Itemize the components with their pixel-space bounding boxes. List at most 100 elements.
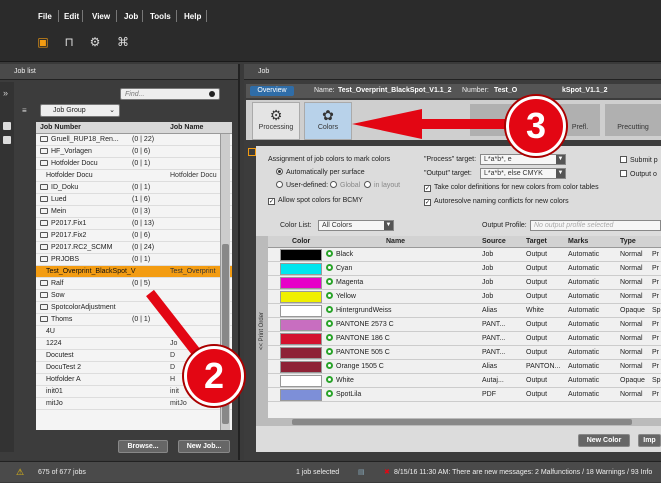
color-row[interactable]: PANTONE 2573 C PANT... Output Automatic Norm… xyxy=(268,318,661,332)
status-ok-icon xyxy=(326,250,333,257)
color-row[interactable]: SpotLila PDF Output Automatic Normal Pr xyxy=(268,388,661,402)
folder-icon xyxy=(40,160,48,166)
job-row[interactable]: Hotfolder Docu Hotfolder Docu xyxy=(36,170,232,182)
autoresolve-checkbox[interactable]: ✓ Autoresolve naming conflicts for new co… xyxy=(424,198,569,206)
user-defined-radio[interactable]: User-defined: xyxy=(276,181,328,189)
col-marks[interactable]: Marks xyxy=(568,236,588,248)
edit-icon[interactable] xyxy=(3,136,11,144)
print-order-tab[interactable]: << Print Order xyxy=(256,236,268,426)
expand-icon[interactable] xyxy=(248,148,256,156)
color-row[interactable]: Yellow Job Output Automatic Normal Pr xyxy=(268,290,661,304)
submit-checkbox[interactable]: Submit p xyxy=(620,156,658,164)
output-checkbox[interactable]: Output o xyxy=(620,170,657,178)
radio-off-icon xyxy=(276,181,283,188)
job-row[interactable]: SpotcolorAdjustment xyxy=(36,302,232,314)
status-message[interactable]: 8/15/16 11:30 AM: There are new messages… xyxy=(394,462,652,483)
job-row[interactable]: Gruell_RUP18_Ren... (0 | 22) xyxy=(36,134,232,146)
color-row[interactable]: HintergrundWeiss Alias White Automatic Opaqu… xyxy=(268,304,661,318)
job-row[interactable]: Test_Overprint_BlackSpot_V Test_Overprint xyxy=(36,266,232,278)
color-row[interactable]: Orange 1505 C Alias PANTON... Automatic Norm… xyxy=(268,360,661,374)
browse-button[interactable]: Browse... xyxy=(118,440,168,453)
device-icon[interactable]: ⊓ xyxy=(62,34,76,50)
job-row[interactable]: HF_Vorlagen (0 | 6) xyxy=(36,146,232,158)
process-target-select[interactable]: L*a*b*, e ▼ xyxy=(480,154,566,165)
color-row[interactable]: Magenta Job Output Automatic Normal Pr xyxy=(268,276,661,290)
in-layout-radio[interactable]: in layout xyxy=(364,181,400,189)
colors-icon: ✿ xyxy=(322,107,334,123)
job-row[interactable]: ID_Doku (0 | 1) xyxy=(36,182,232,194)
job-row[interactable]: Ralf (0 | 5) xyxy=(36,278,232,290)
output-target-select[interactable]: L*a*b*, else CMYK ▼ xyxy=(480,168,566,179)
menu-tools[interactable]: Tools xyxy=(150,12,171,21)
check-icon: ✓ xyxy=(268,198,275,205)
new-job-button[interactable]: New Job... xyxy=(178,440,230,453)
colors-hscrollbar[interactable] xyxy=(268,418,661,426)
color-row[interactable]: PANTONE 505 C PANT... Output Automatic Norma… xyxy=(268,346,661,360)
take-color-defs-checkbox[interactable]: ✓ Take color definitions for new colors f… xyxy=(424,184,599,192)
color-marks: Automatic xyxy=(568,363,600,370)
settings-icon[interactable]: ⚙ xyxy=(88,34,102,50)
color-row[interactable]: White Autaj... Output Automatic Opaque Sp xyxy=(268,374,661,388)
color-row[interactable]: Black Job Output Automatic Normal Pr xyxy=(268,248,661,262)
color-row[interactable]: PANTONE 186 C PANT... Output Automatic Norma… xyxy=(268,332,661,346)
job-row[interactable]: P2017.Fix2 (0 | 6) xyxy=(36,230,232,242)
job-row[interactable]: Thoms (0 | 1) xyxy=(36,314,232,326)
tab-colors[interactable]: ✿ Colors xyxy=(304,102,352,140)
step-prefl[interactable]: Prefl. xyxy=(560,104,600,136)
col-target[interactable]: Target xyxy=(526,236,547,248)
menu-help[interactable]: Help xyxy=(184,12,201,21)
job-row[interactable]: PRJOBS (0 | 1) xyxy=(36,254,232,266)
output-profile-select[interactable]: No output profile selected xyxy=(530,220,661,231)
search-icon[interactable] xyxy=(209,91,215,97)
job-info-bar: Name: Test_Overprint_BlackSpot_V1.1_2 Nu… xyxy=(246,84,661,98)
color-swatch xyxy=(280,389,322,401)
new-color-button[interactable]: New Color xyxy=(578,434,630,447)
job-number: DocuTest 2 xyxy=(46,364,82,371)
job-row[interactable]: Sow xyxy=(36,290,232,302)
col-type[interactable]: Type xyxy=(620,236,636,248)
job-row[interactable]: Lued (1 | 6) xyxy=(36,194,232,206)
job-row[interactable]: Mein (0 | 3) xyxy=(36,206,232,218)
menu-job[interactable]: Job xyxy=(124,12,138,21)
job-group-select[interactable]: Job Group ⌄ xyxy=(40,104,120,117)
color-source: Alias xyxy=(482,307,498,314)
status-bar: ⚠ 675 of 677 jobs 1 job selected ▤ ✖ 8/1… xyxy=(0,461,661,482)
output-profile-label: Output Profile: xyxy=(482,222,527,229)
job-row[interactable]: 4U xyxy=(36,326,232,338)
import-button[interactable]: Imp xyxy=(638,434,661,447)
menu-bar: File Edit View Job Tools Help xyxy=(0,0,661,28)
allow-spot-checkbox[interactable]: ✓ Allow spot colors for BCMY xyxy=(268,197,363,205)
job-row[interactable]: P2017.RC2_SCMM (0 | 24) xyxy=(36,242,232,254)
color-list-select[interactable]: All Colors ▼ xyxy=(318,220,394,231)
col-job-number[interactable]: Job Number xyxy=(40,122,81,134)
col-job-name[interactable]: Job Name xyxy=(170,122,203,134)
color-marks: Automatic xyxy=(568,377,600,384)
number-value-tail: kSpot_V1.1_2 xyxy=(562,87,608,94)
menu-edit[interactable]: Edit xyxy=(64,12,79,21)
messages-icon[interactable]: ▤ xyxy=(358,462,365,483)
col-name[interactable]: Name xyxy=(386,236,405,248)
job-row[interactable]: P2017.Fix1 (0 | 13) xyxy=(36,218,232,230)
collapse-icon[interactable]: » xyxy=(3,88,8,98)
network-icon[interactable]: ⌘ xyxy=(116,34,130,50)
pin-icon[interactable] xyxy=(3,122,11,130)
menu-file[interactable]: File xyxy=(38,12,52,21)
find-input[interactable]: Find... xyxy=(120,88,220,100)
job-row[interactable]: Hotfolder Docu (0 | 1) xyxy=(36,158,232,170)
color-row[interactable]: Cyan Job Output Automatic Normal Pr xyxy=(268,262,661,276)
step-precutting[interactable]: Precutting xyxy=(605,104,661,136)
overview-button[interactable]: Overview xyxy=(250,86,294,96)
col-color[interactable]: Color xyxy=(292,236,310,248)
auto-surface-radio[interactable]: Automatically per surface xyxy=(276,168,365,176)
hscroll-thumb[interactable] xyxy=(292,419,632,425)
global-radio[interactable]: Global xyxy=(330,181,360,189)
menu-view[interactable]: View xyxy=(92,12,110,21)
jobs-icon[interactable]: ▣ xyxy=(36,34,50,50)
job-count: (0 | 5) xyxy=(132,280,151,287)
tab-processing[interactable]: ⚙ Processing xyxy=(252,102,300,140)
color-source: Job xyxy=(482,279,494,286)
job-count: (0 | 24) xyxy=(132,244,155,251)
job-count: (0 | 1) xyxy=(132,184,151,191)
jobs-count: 675 of 677 jobs xyxy=(38,469,86,476)
col-source[interactable]: Source xyxy=(482,236,506,248)
